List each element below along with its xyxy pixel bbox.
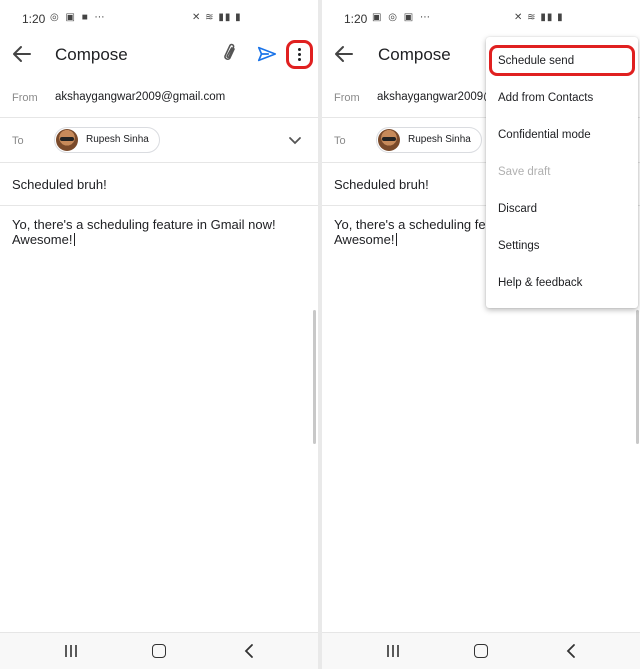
menu-item-help-feedback[interactable]: Help & feedback <box>486 265 638 302</box>
recents-icon[interactable] <box>63 644 79 658</box>
notification-icons: ▣ ◎ ▣ ⋯ <box>372 12 432 23</box>
avatar <box>378 129 400 151</box>
from-value: akshaygangwar2009@ <box>377 91 495 103</box>
menu-item-schedule-send[interactable]: Schedule send <box>486 43 638 80</box>
status-bar: 1:20 ◎ ▣ ■ ⋯ ✕ ≋ ▮▮ ▮ <box>0 0 318 38</box>
subject-text: Scheduled bruh! <box>12 177 107 192</box>
page-title: Compose <box>55 45 128 64</box>
recipient-name: Rupesh Sinha <box>86 134 149 145</box>
scrollbar[interactable] <box>313 310 316 444</box>
text-cursor <box>396 233 398 246</box>
compose-screen-left: 1:20 ◎ ▣ ■ ⋯ ✕ ≋ ▮▮ ▮ Compose From aksha… <box>0 0 318 669</box>
menu-item-discard[interactable]: Discard <box>486 191 638 228</box>
status-bar: 1:20 ▣ ◎ ▣ ⋯ ✕ ≋ ▮▮ ▮ <box>322 0 640 38</box>
recipient-name: Rupesh Sinha <box>408 134 471 145</box>
system-status-icons: ✕ ≋ ▮▮ ▮ <box>192 12 242 23</box>
compose-screen-right: 1:20 ▣ ◎ ▣ ⋯ ✕ ≋ ▮▮ ▮ Compose From aksha… <box>322 0 640 669</box>
to-label: To <box>12 135 24 147</box>
to-field[interactable]: To Rupesh Sinha <box>0 118 318 163</box>
arrow-left-icon[interactable] <box>332 42 356 66</box>
from-value: akshaygangwar2009@gmail.com <box>55 91 226 103</box>
scrollbar[interactable] <box>636 310 639 444</box>
app-bar: Compose <box>0 38 318 72</box>
recipient-chip[interactable]: Rupesh Sinha <box>376 127 482 153</box>
from-field[interactable]: From akshaygangwar2009@gmail.com <box>0 80 318 118</box>
status-time: 1:20 <box>22 12 46 26</box>
nav-back-icon[interactable] <box>565 643 577 659</box>
avatar <box>56 129 78 151</box>
navigation-bar <box>322 632 640 669</box>
status-time: 1:20 <box>344 12 368 26</box>
to-label: To <box>334 135 346 147</box>
body-text: Yo, there's a scheduling feature in Gmai… <box>12 217 276 247</box>
subject-field[interactable]: Scheduled bruh! <box>0 163 318 206</box>
text-cursor <box>74 233 76 246</box>
menu-item-add-from-contacts[interactable]: Add from Contacts <box>486 80 638 117</box>
navigation-bar <box>0 632 318 669</box>
menu-item-confidential-mode[interactable]: Confidential mode <box>486 117 638 154</box>
recents-icon[interactable] <box>385 644 401 658</box>
recipient-chip[interactable]: Rupesh Sinha <box>54 127 160 153</box>
more-vert-icon[interactable] <box>286 40 313 69</box>
home-icon[interactable] <box>152 644 166 658</box>
page-title: Compose <box>378 45 451 64</box>
system-status-icons: ✕ ≋ ▮▮ ▮ <box>514 12 564 23</box>
send-icon[interactable] <box>256 42 278 66</box>
from-label: From <box>334 92 360 104</box>
paperclip-icon[interactable] <box>220 42 242 66</box>
subject-text: Scheduled bruh! <box>334 177 429 192</box>
notification-icons: ◎ ▣ ■ ⋯ <box>50 12 107 23</box>
home-icon[interactable] <box>474 644 488 658</box>
chevron-down-icon[interactable] <box>288 134 302 148</box>
menu-item-settings[interactable]: Settings <box>486 228 638 265</box>
nav-back-icon[interactable] <box>243 643 255 659</box>
body-line-2: Awesome! <box>334 232 395 247</box>
message-body[interactable]: Yo, there's a scheduling feature in Gmai… <box>12 217 307 247</box>
menu-item-save-draft: Save draft <box>498 166 551 178</box>
overflow-menu: Schedule send Add from Contacts Confiden… <box>486 37 638 308</box>
from-label: From <box>12 92 38 104</box>
arrow-left-icon[interactable] <box>10 42 34 66</box>
